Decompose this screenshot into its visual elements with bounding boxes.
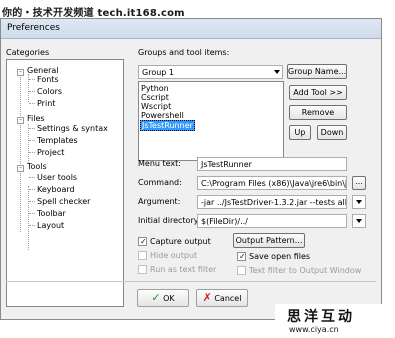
capture-output-label: Capture output (150, 237, 211, 246)
ok-button[interactable]: ✓ OK (137, 289, 189, 307)
command-input[interactable]: C:\Program Files (x86)\Java\jre6\bin\jav (197, 176, 347, 190)
browse-command-button[interactable]: ... (352, 176, 366, 190)
text-filter-output-window-label: Text filter to Output Window (249, 266, 362, 275)
checkmark-icon: ✓ (151, 291, 161, 304)
list-item-python[interactable]: Python (141, 84, 169, 93)
tree-node-layout[interactable]: Layout (37, 221, 64, 230)
tree-line-tools-children (28, 186, 29, 250)
watermark-bottom: 思洋互动 www.ciya.cn (275, 304, 395, 338)
argument-input[interactable]: -jar ../JsTestDriver-1.3.2.jar --tests a… (197, 195, 347, 209)
cancel-button[interactable]: ✗ Cancel (196, 289, 248, 307)
list-item-jstestrunner[interactable]: JsTestRunner (140, 120, 195, 131)
menu-text-input[interactable]: JsTestRunner (197, 157, 347, 171)
tree-node-spell-checker[interactable]: Spell checker (37, 197, 90, 206)
text-filter-output-window-checkbox[interactable] (237, 266, 246, 275)
add-tool-button[interactable]: Add Tool >> (289, 85, 347, 100)
categories-label: Categories (6, 48, 50, 57)
tree-node-keyboard[interactable]: Keyboard (37, 185, 75, 194)
tree-node-general[interactable]: General (27, 66, 59, 75)
tree-node-tools[interactable]: Tools (27, 162, 47, 171)
x-icon: ✗ (202, 291, 212, 304)
remove-button[interactable]: Remove (289, 105, 347, 120)
capture-output-checkbox[interactable]: ✓ (138, 237, 147, 246)
group-name-button[interactable]: Group Name... (287, 64, 347, 79)
tree-node-templates[interactable]: Templates (37, 136, 78, 145)
checkmark-icon: ✓ (239, 252, 246, 261)
watermark-brand: 思洋互动 (287, 309, 355, 325)
tree-node-print[interactable]: Print (37, 99, 55, 108)
menu-text-label: Menu text: (138, 159, 181, 168)
hide-output-checkbox[interactable] (138, 251, 147, 260)
list-item-wscript[interactable]: Wscript (141, 102, 171, 111)
checkmark-icon: ✓ (140, 237, 147, 246)
up-button[interactable]: Up (289, 125, 311, 140)
run-as-text-filter-label: Run as text filter (150, 265, 217, 274)
list-item-cscript[interactable]: Cscript (141, 93, 169, 102)
tree-branch (29, 140, 35, 141)
chevron-down-icon (356, 200, 362, 204)
cancel-label: Cancel (214, 294, 242, 303)
tree-line-root (20, 122, 21, 232)
tree-branch (29, 213, 35, 214)
tree-branch (29, 189, 35, 190)
save-open-files-checkbox[interactable]: ✓ (237, 252, 246, 261)
argument-menu-button[interactable] (352, 195, 366, 209)
groups-label: Groups and tool items: (138, 48, 230, 57)
tool-items-list[interactable]: Python Cscript Wscript Powershell JsTest… (138, 81, 284, 161)
expander-files[interactable]: - (17, 117, 24, 124)
tree-node-files[interactable]: Files (27, 114, 45, 123)
window-title: Preferences (7, 23, 60, 33)
watermark-top: 你的・技术开发频道 tech.it168.com (2, 8, 185, 19)
command-label: Command: (138, 178, 182, 187)
output-pattern-button[interactable]: Output Pattern... (233, 233, 305, 248)
tree-branch (29, 152, 35, 153)
initial-directory-menu-button[interactable] (352, 214, 366, 228)
tree-node-toolbar[interactable]: Toolbar (37, 209, 66, 218)
tree-branch (29, 177, 35, 178)
tree-branch (29, 103, 35, 104)
tree-node-user-tools[interactable]: User tools (37, 173, 77, 182)
run-as-text-filter-checkbox[interactable] (138, 265, 147, 274)
tree-branch (29, 225, 35, 226)
tree-line-files-children (28, 124, 29, 163)
preferences-dialog: Preferences Categories - General Fonts C… (0, 18, 382, 320)
chevron-down-icon (356, 219, 362, 223)
tree-node-fonts[interactable]: Fonts (37, 75, 59, 84)
down-button[interactable]: Down (317, 125, 347, 140)
argument-label: Argument: (138, 197, 181, 206)
expander-general[interactable]: - (17, 69, 24, 76)
initial-directory-input[interactable]: $(FileDir)/../ (197, 214, 347, 228)
tree-branch (29, 201, 35, 202)
tree-branch (29, 79, 35, 80)
hide-output-label: Hide output (150, 251, 198, 260)
title-bar: Preferences (1, 19, 381, 39)
tree-node-project[interactable]: Project (37, 148, 64, 157)
initial-directory-label: Initial directory: (138, 216, 201, 225)
watermark-url: www.ciya.cn (289, 325, 339, 334)
tree-node-colors[interactable]: Colors (37, 87, 62, 96)
ok-label: OK (163, 294, 175, 303)
tree-branch (29, 91, 35, 92)
tree-node-settings-syntax[interactable]: Settings & syntax (37, 124, 108, 133)
tree-branch (29, 128, 35, 129)
group-select-value: Group 1 (142, 68, 174, 77)
categories-tree[interactable]: - General Fonts Colors Print - Files Set… (6, 59, 124, 307)
expander-tools[interactable]: - (17, 165, 24, 172)
save-open-files-label: Save open files (249, 252, 311, 261)
group-select[interactable]: Group 1 (138, 65, 283, 79)
separator (6, 281, 376, 282)
list-item-powershell[interactable]: Powershell (141, 111, 184, 120)
chevron-down-icon (274, 70, 280, 74)
